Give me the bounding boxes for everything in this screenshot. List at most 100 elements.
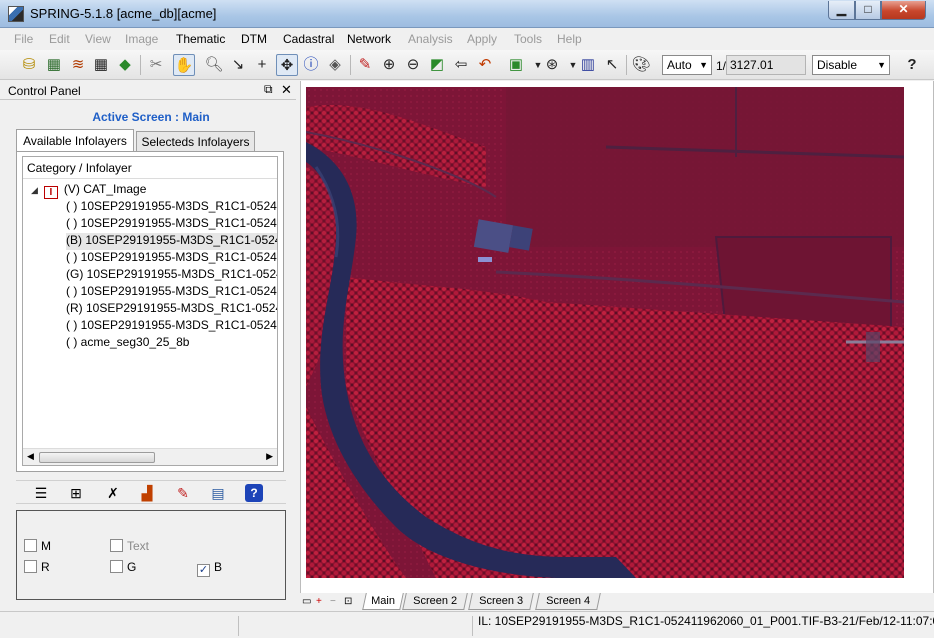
undo-icon[interactable]: ↶ [474,54,496,76]
expand-triangle-icon[interactable]: ◢ [31,185,38,195]
screen-tab-3[interactable]: Screen 3 [468,593,534,610]
toolbar-separator [350,55,351,75]
edit-pencil-icon[interactable]: ✎ [174,484,192,502]
tree-item[interactable]: ( ) 10SEP29191955-M3DS_R1C1-05241196 [66,216,277,233]
panel-help-icon[interactable]: ? [245,484,263,502]
tree-item-selected[interactable]: (B) 10SEP29191955-M3DS_R1C1-0524119 [66,233,277,250]
menu-file[interactable]: File [14,32,33,46]
minimize-button[interactable]: ▁ [828,1,855,20]
back-icon[interactable]: ⇦ [450,54,472,76]
chevron-down-icon: ▼ [877,60,886,70]
tree-root-cat-image[interactable]: ◢ I (V) CAT_Image [31,182,146,199]
remove-screen-icon[interactable]: − [330,596,336,607]
tools-icon[interactable]: ✗ [104,484,122,502]
channel-g-label: G [127,560,137,574]
legend-icon[interactable]: ▤ [209,484,227,502]
tree-item[interactable]: ( ) 10SEP29191955-M3DS_R1C1-05241196 [66,199,277,216]
title-bar: SPRING-5.1.8 [acme_db][acme] ▁ □ ✕ [0,0,934,28]
screen-tab-2[interactable]: Screen 2 [402,593,468,610]
info-icon[interactable]: ⓘ [300,54,322,76]
tree-item[interactable]: (R) 10SEP29191955-M3DS_R1C1-0524119 [66,301,277,318]
channel-m-checkbox[interactable]: M [24,539,51,553]
zoom-area-icon[interactable]: ◩ [426,54,448,76]
move-icon[interactable]: ✥ [276,54,298,76]
database-icon[interactable]: ⛁ [18,54,40,76]
menu-analysis[interactable]: Analysis [408,32,453,46]
menu-network[interactable]: Network [347,32,391,46]
select-arrow-icon[interactable]: ↘ [227,54,249,76]
pencil-icon[interactable]: ✎ [354,54,376,76]
help-icon[interactable]: ? [901,54,923,76]
tree-root-label: (V) CAT_Image [63,182,147,196]
horizontal-scrollbar[interactable]: ◀ ▶ [23,448,277,465]
tree-item[interactable]: ( ) 10SEP29191955-M3DS_R1C1-05241196 [66,284,277,301]
chart-icon[interactable]: ▟ [138,484,156,502]
zoom-mode-select[interactable]: Auto ▼ [662,55,712,75]
menu-tools[interactable]: Tools [514,32,542,46]
active-screen-label: Active Screen : Main [92,110,210,124]
histogram-icon[interactable]: ▥ [577,54,599,76]
menu-help[interactable]: Help [557,32,582,46]
toolbar-separator [140,55,141,75]
close-button[interactable]: ✕ [881,1,926,20]
magnifier-icon[interactable]: 🔍︎ [203,54,225,76]
zoom-factor-icon[interactable]: ⊛ [541,54,563,76]
cut-icon[interactable]: ✂ [145,54,167,76]
maximize-button[interactable]: □ [855,1,881,20]
scrollbar-thumb[interactable] [39,452,155,463]
status-divider [472,616,473,636]
channel-b-checkbox[interactable]: ✓ B [197,560,222,577]
menu-bar: File Edit View Image Thematic DTM Cadast… [0,29,934,49]
tree-item[interactable]: ( ) acme_seg30_25_8b [66,335,189,352]
control-panel-header: Control Panel ⧉ ✕ [0,82,296,100]
menu-thematic[interactable]: Thematic [176,32,225,46]
zoom-layer-icon[interactable]: ⊞ [67,484,85,502]
cursor-mode-value: Disable [817,58,858,72]
screen-tab-main[interactable]: Main [362,593,404,610]
tree-item[interactable]: ( ) 10SEP29191955-M3DS_R1C1-05241196 [66,250,277,267]
dock-icon[interactable]: ⧉ [264,82,273,97]
project-icon[interactable]: ▦ [43,54,65,76]
scroll-right-icon[interactable]: ▶ [266,451,273,462]
app-icon [8,6,24,22]
screen-sync-icon[interactable]: ▣ [505,54,527,76]
crosshair-icon[interactable]: + [251,54,273,76]
scale-input[interactable]: 3127.01 [726,55,806,75]
menu-image[interactable]: Image [125,32,158,46]
status-infolayer: IL: 10SEP29191955-M3DS_R1C1-052411962060… [478,614,934,628]
tag-icon[interactable]: ◈ [324,54,346,76]
menu-edit[interactable]: Edit [49,32,70,46]
map-canvas[interactable] [306,87,904,578]
screen-small-icon[interactable]: ▭ [302,596,311,607]
tree-header: Category / Infolayer [23,157,277,179]
menu-cadastral[interactable]: Cadastral [283,32,334,46]
cursor-star-icon[interactable]: ↖ [601,54,623,76]
channel-r-checkbox[interactable]: R [24,560,50,574]
palette-icon[interactable]: 🎨︎ [630,54,652,76]
grid-icon[interactable]: ▦ [90,54,112,76]
menu-dtm[interactable]: DTM [241,32,267,46]
close-panel-icon[interactable]: ✕ [281,82,292,98]
screen-options-icon[interactable]: ⊡ [344,596,352,607]
text-checkbox[interactable]: Text [110,539,149,553]
zoom-in-icon[interactable]: ⊕ [378,54,400,76]
cursor-mode-select[interactable]: Disable ▼ [812,55,890,75]
menu-apply[interactable]: Apply [467,32,497,46]
tab-selected-infolayers[interactable]: Selecteds Infolayers [136,131,255,152]
add-screen-icon[interactable]: + [316,596,322,607]
tree-item[interactable]: ( ) 10SEP29191955-M3DS_R1C1-05241196 [66,318,277,335]
zoom-out-icon[interactable]: ⊖ [402,54,424,76]
screen-tab-4[interactable]: Screen 4 [535,593,601,610]
toolbar-separator [626,55,627,75]
tree-item[interactable]: (G) 10SEP29191955-M3DS_R1C1-0524119 [66,267,277,284]
channel-selector: M Text R G ✓ B [16,510,286,600]
pan-hand-icon[interactable]: ✋ [173,54,195,76]
scroll-left-icon[interactable]: ◀ [27,451,34,462]
eraser-icon[interactable]: ◆ [114,54,136,76]
tab-available-infolayers[interactable]: Available Infolayers [16,129,134,152]
checkbox-box [110,560,123,573]
layers-icon[interactable]: ≋ [67,54,89,76]
menu-view[interactable]: View [85,32,111,46]
channel-g-checkbox[interactable]: G [110,560,136,574]
list-icon[interactable]: ☰ [32,484,50,502]
